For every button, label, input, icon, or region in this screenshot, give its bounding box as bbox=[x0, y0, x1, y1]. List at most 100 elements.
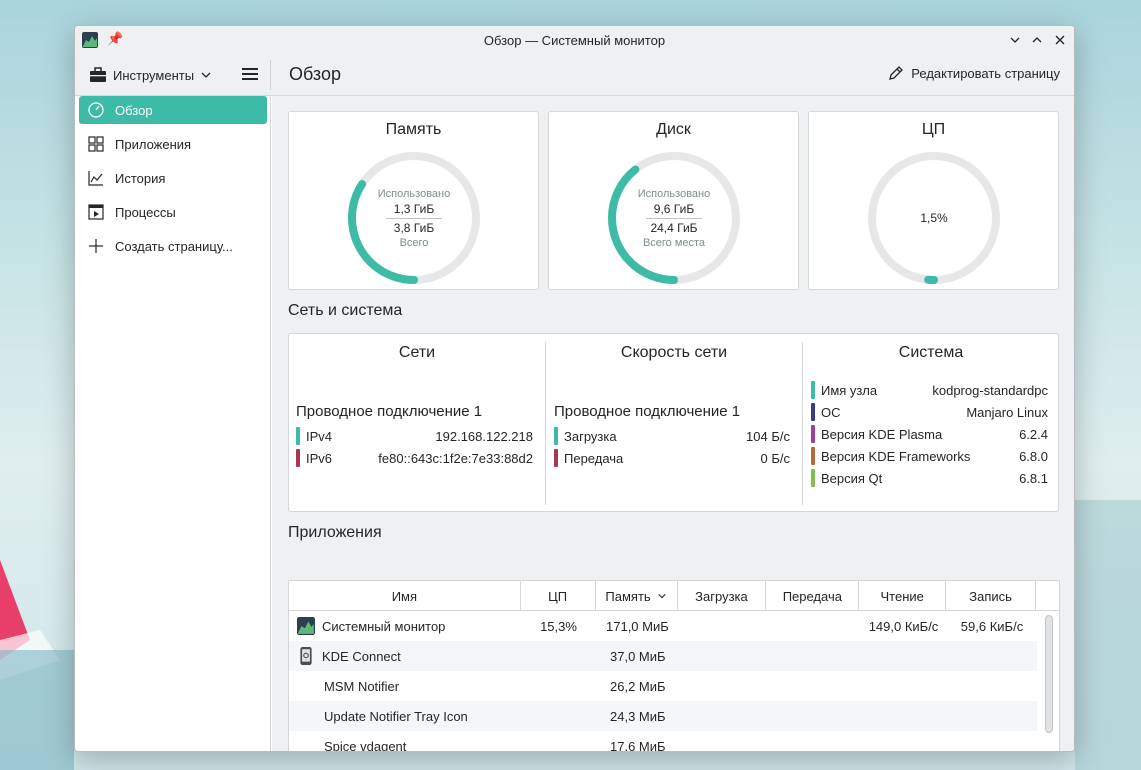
gauge-icon bbox=[88, 102, 104, 118]
app-name: KDE Connect bbox=[322, 648, 401, 664]
network-row-value: fe80::643c:1f2e:7e33:88d2 bbox=[378, 450, 533, 466]
sidebar-item-label: Создать страницу... bbox=[115, 238, 233, 254]
close-button[interactable] bbox=[1049, 29, 1071, 51]
legend-color-swatch bbox=[554, 449, 558, 467]
disk-gauge-text: Использовано 9,6 ГиБ 24,4 ГиБ Всего мест… bbox=[604, 148, 744, 288]
app-cpu-cell bbox=[521, 671, 596, 701]
table-row[interactable]: Spice vdagent 17,6 МиБ bbox=[289, 731, 1037, 752]
column-header-label: Запись bbox=[969, 588, 1012, 604]
network-ipv4-row: IPv4 192.168.122.218 bbox=[296, 426, 533, 446]
system-row-key: Версия KDE Plasma bbox=[821, 426, 943, 442]
app-name: Spice vdagent bbox=[324, 738, 407, 752]
grid-icon bbox=[88, 136, 104, 152]
networks-connection-name: Проводное подключение 1 bbox=[296, 403, 483, 420]
disk-total-value: 24,4 ГиБ bbox=[650, 220, 698, 235]
hamburger-menu-icon[interactable] bbox=[241, 65, 259, 83]
cpu-card[interactable]: ЦП 1,5% bbox=[808, 111, 1059, 290]
disk-total-label: Всего места bbox=[642, 236, 706, 249]
sidebar-item-applications[interactable]: Приложения bbox=[79, 130, 267, 158]
tools-menu-button[interactable]: Инструменты bbox=[89, 63, 212, 87]
memory-total-value: 3,8 ГиБ bbox=[393, 220, 435, 235]
memory-used-value: 1,3 ГиБ bbox=[393, 201, 435, 216]
sidebar-item-label: Приложения bbox=[115, 136, 192, 152]
memory-card[interactable]: Память Использовано 1,3 ГиБ 3,8 ГиБ Всег… bbox=[288, 111, 539, 290]
toolbox-icon bbox=[90, 67, 106, 82]
column-header-read[interactable]: Чтение bbox=[859, 581, 947, 611]
table-row[interactable]: Системный монитор 15,3% 171,0 МиБ 149,0 … bbox=[289, 611, 1037, 641]
app-cpu-cell bbox=[521, 731, 596, 751]
pencil-icon bbox=[889, 66, 904, 80]
app-name-cell: Spice vdagent bbox=[289, 731, 521, 752]
system-row-value: 6.8.0 bbox=[1019, 448, 1048, 464]
disk-used-value: 9,6 ГиБ bbox=[653, 201, 695, 216]
system-monitor-icon bbox=[82, 32, 98, 48]
column-header-download[interactable]: Загрузка bbox=[678, 581, 767, 611]
tools-label: Инструменты bbox=[113, 67, 195, 83]
legend-color-swatch bbox=[296, 449, 300, 467]
system-qt-row: Версия Qt 6.8.1 bbox=[811, 468, 1048, 488]
titlebar: 📌 Обзор — Системный монитор bbox=[75, 26, 1074, 54]
app-read-cell: 149,0 КиБ/с bbox=[868, 618, 939, 634]
speed-upload-row: Передача 0 Б/с bbox=[554, 448, 790, 468]
disk-card-title: Диск bbox=[656, 121, 691, 138]
column-header-cpu[interactable]: ЦП bbox=[521, 581, 596, 611]
app-name-cell: Update Notifier Tray Icon bbox=[289, 701, 521, 731]
table-scrollbar[interactable] bbox=[1045, 615, 1053, 733]
legend-color-swatch bbox=[811, 469, 815, 487]
table-row[interactable]: Update Notifier Tray Icon 24,3 МиБ bbox=[289, 701, 1037, 731]
sidebar-item-create-page[interactable]: Создать страницу... bbox=[79, 232, 267, 260]
sidebar: Обзор Приложения История Процессы Создат… bbox=[75, 96, 271, 751]
app-name-cell: KDE Connect bbox=[289, 641, 521, 671]
applications-table: Имя ЦП Память Загрузка Передача Чтение З… bbox=[288, 580, 1060, 752]
legend-color-swatch bbox=[296, 427, 300, 445]
column-header-write[interactable]: Запись bbox=[946, 581, 1037, 611]
close-icon bbox=[1055, 35, 1065, 45]
system-hostname-row: Имя узла kodprog-standardpc bbox=[811, 380, 1048, 400]
app-memory-cell: 24,3 МиБ bbox=[610, 708, 666, 724]
cpu-card-title: ЦП bbox=[921, 121, 946, 138]
column-header-name[interactable]: Имя bbox=[289, 581, 521, 611]
column-header-label: Чтение bbox=[880, 588, 924, 604]
app-name-cell: Системный монитор bbox=[289, 611, 521, 641]
column-header-upload[interactable]: Передача bbox=[766, 581, 860, 611]
sidebar-item-label: Процессы bbox=[115, 204, 176, 220]
system-row-value: 6.8.1 bbox=[1019, 470, 1048, 486]
legend-color-swatch bbox=[811, 425, 815, 443]
system-row-key: Имя узла bbox=[821, 382, 878, 398]
speed-row-key: Передача bbox=[564, 450, 624, 466]
speed-row-value: 104 Б/с bbox=[746, 428, 790, 444]
minimize-button[interactable] bbox=[1004, 29, 1026, 51]
column-divider bbox=[545, 342, 546, 505]
network-system-card[interactable]: Сети Проводное подключение 1 IPv4 192.16… bbox=[288, 333, 1059, 512]
system-os-row: ОС Manjaro Linux bbox=[811, 402, 1048, 422]
table-row[interactable]: MSM Notifier 26,2 МиБ bbox=[289, 671, 1037, 701]
sidebar-item-processes[interactable]: Процессы bbox=[79, 198, 267, 226]
process-icon bbox=[88, 204, 104, 220]
legend-color-swatch bbox=[811, 447, 815, 465]
column-header-spacer bbox=[1036, 581, 1059, 611]
system-row-value: Manjaro Linux bbox=[966, 404, 1048, 420]
system-frameworks-row: Версия KDE Frameworks 6.8.0 bbox=[811, 446, 1048, 466]
edit-page-button[interactable]: Редактировать страницу bbox=[888, 65, 1060, 81]
speed-row-value: 0 Б/с bbox=[760, 450, 791, 466]
pin-icon[interactable]: 📌 bbox=[107, 31, 123, 47]
network-row-key: IPv6 bbox=[306, 450, 333, 466]
system-row-value: kodprog-standardpc bbox=[932, 382, 1048, 398]
sidebar-item-overview[interactable]: Обзор bbox=[79, 96, 267, 124]
network-row-key: IPv4 bbox=[306, 428, 333, 444]
table-row[interactable]: KDE Connect 37,0 МиБ bbox=[289, 641, 1037, 671]
sidebar-item-history[interactable]: История bbox=[79, 164, 267, 192]
maximize-button[interactable] bbox=[1026, 29, 1048, 51]
memory-gauge-text: Использовано 1,3 ГиБ 3,8 ГиБ Всего bbox=[344, 148, 484, 288]
speed-connection-name: Проводное подключение 1 bbox=[554, 403, 741, 420]
system-row-value: 6.2.4 bbox=[1019, 426, 1048, 442]
column-header-label: Память bbox=[605, 588, 651, 604]
disk-card[interactable]: Диск Использовано 9,6 ГиБ 24,4 ГиБ Всего… bbox=[548, 111, 799, 290]
speed-row-key: Загрузка bbox=[564, 428, 617, 444]
app-name: MSM Notifier bbox=[324, 678, 400, 694]
column-header-memory[interactable]: Память bbox=[596, 581, 678, 611]
memory-used-label: Использовано bbox=[377, 187, 451, 200]
system-row-key: Версия KDE Frameworks bbox=[821, 448, 971, 464]
column-header-label: Имя bbox=[391, 588, 418, 604]
cpu-value: 1,5% bbox=[920, 211, 948, 225]
